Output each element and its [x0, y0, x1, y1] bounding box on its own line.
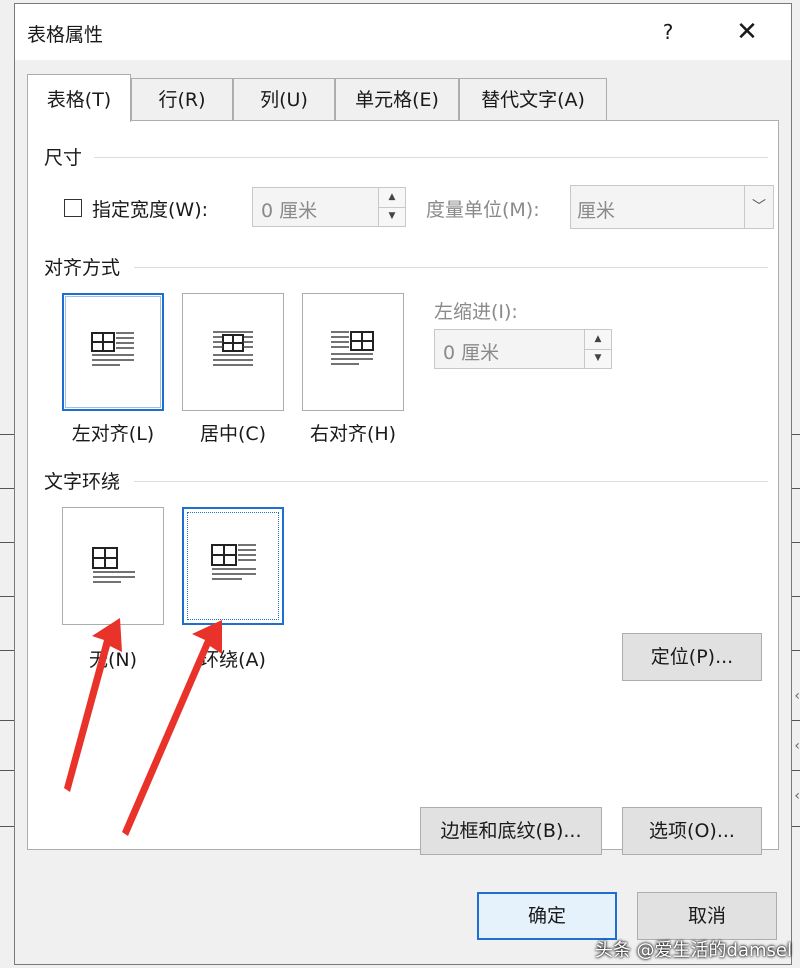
align-right-option[interactable]	[302, 293, 404, 411]
align-left-label: 左对齐(L)	[71, 423, 155, 445]
width-down-icon[interactable]: ▼	[379, 207, 405, 226]
wrap-around-label: 环绕(A)	[200, 649, 266, 671]
specify-width-checkbox[interactable]	[64, 199, 82, 217]
wrap-none-label: 无(N)	[88, 649, 138, 671]
wrap-none-icon	[92, 547, 135, 583]
tab-panel-table: 尺寸 指定宽度(W): 0 厘米 ▲ ▼ 度量单位(M): 厘米 ﹀ 对齐方式	[27, 120, 779, 855]
title-bar: 表格属性 ? ✕	[15, 4, 791, 60]
tab-column[interactable]: 列(U)	[233, 78, 335, 120]
chevron-down-icon: ﹀	[744, 186, 773, 228]
left-indent-stepper[interactable]: 0 厘米 ▲ ▼	[434, 329, 612, 369]
dialog-title: 表格属性	[27, 24, 104, 46]
watermark: 头条 @爱生活的damsel	[594, 940, 792, 961]
wrap-around-icon	[211, 544, 256, 580]
unit-label: 度量单位(M):	[426, 199, 540, 221]
width-value: 0 厘米	[261, 200, 318, 222]
cancel-button[interactable]: 取消	[637, 892, 777, 940]
tab-table[interactable]: 表格(T)	[27, 74, 131, 122]
align-left-option[interactable]	[62, 293, 164, 411]
table-properties-dialog: 表格属性 ? ✕ 表格(T) 行(R) 列(U) 单元格(E) 替代文字(A) …	[14, 3, 792, 965]
indent-down-icon[interactable]: ▼	[585, 349, 611, 368]
position-button[interactable]: 定位(P)...	[622, 633, 762, 681]
width-stepper[interactable]: 0 厘米 ▲ ▼	[252, 187, 406, 227]
unit-select[interactable]: 厘米 ﹀	[570, 185, 774, 229]
align-right-label: 右对齐(H)	[309, 423, 397, 445]
width-up-icon[interactable]: ▲	[379, 188, 405, 208]
align-center-icon	[213, 331, 253, 366]
close-icon: ✕	[736, 17, 758, 47]
specify-width-label: 指定宽度(W):	[92, 199, 209, 221]
tab-row[interactable]: 行(R)	[131, 78, 233, 120]
align-left-icon	[91, 332, 134, 366]
indent-up-icon[interactable]: ▲	[585, 330, 611, 350]
options-button[interactable]: 选项(O)...	[622, 807, 762, 855]
divider	[134, 267, 768, 268]
borders-shading-button[interactable]: 边框和底纹(B)...	[420, 807, 602, 855]
bg-arrow-icon: ‹	[794, 738, 800, 754]
left-indent-label: 左缩进(I):	[434, 301, 518, 323]
bg-arrow-icon: ‹	[794, 688, 800, 704]
bg-arrow-icon: ‹	[794, 788, 800, 804]
help-button[interactable]: ?	[655, 16, 681, 48]
unit-value: 厘米	[577, 200, 616, 222]
divider	[94, 157, 768, 158]
alignment-section-title: 对齐方式	[44, 257, 121, 279]
tab-alt-text[interactable]: 替代文字(A)	[459, 78, 607, 120]
tab-cell[interactable]: 单元格(E)	[335, 78, 459, 120]
size-section-title: 尺寸	[44, 147, 83, 169]
divider	[134, 481, 768, 482]
align-right-icon	[331, 331, 374, 365]
left-indent-value: 0 厘米	[443, 342, 500, 364]
align-center-label: 居中(C)	[199, 423, 267, 445]
ok-button[interactable]: 确定	[477, 892, 617, 940]
wrap-none-option[interactable]	[62, 507, 164, 625]
align-center-option[interactable]	[182, 293, 284, 411]
wrapping-section-title: 文字环绕	[44, 471, 121, 493]
close-button[interactable]: ✕	[727, 16, 767, 48]
wrap-around-option[interactable]	[182, 507, 284, 625]
